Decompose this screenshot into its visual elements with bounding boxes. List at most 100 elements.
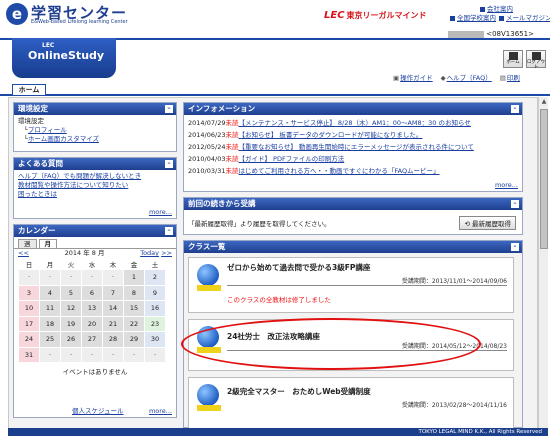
information-panel: インフォメーション – 2014/07/29未読【メンテナンス・サービス停止】 8… — [183, 102, 523, 192]
company-link[interactable]: 会社案内 — [487, 5, 513, 13]
help-faq-link[interactable]: ヘルプ（FAQ） — [447, 74, 492, 82]
mail-magazine-link[interactable]: メールマガジン — [506, 14, 550, 22]
faq-item[interactable]: 困ったときは — [18, 190, 172, 199]
calendar-day[interactable]: 29 — [124, 332, 144, 347]
calendar-day[interactable]: 11 — [40, 301, 60, 316]
calendar-day[interactable]: 26 — [61, 332, 81, 347]
calendar-day[interactable]: 9 — [145, 285, 165, 300]
info-link[interactable]: はじめてご利用される方へ・・動画ですぐにわかる「FAQムービー」 — [238, 167, 439, 175]
calendar-day[interactable]: 15 — [124, 301, 144, 316]
calendar-day[interactable]: 31 — [19, 347, 39, 362]
operation-guide-link[interactable]: 操作ガイド — [400, 74, 433, 82]
course-globe-icon — [197, 264, 219, 286]
calendar-prev[interactable]: << — [18, 249, 29, 258]
school-link[interactable]: 全国学校案内 — [457, 14, 496, 22]
calendar-day[interactable]: 20 — [82, 316, 102, 331]
home-button[interactable]: ホーム — [503, 50, 523, 68]
calendar-tab-month[interactable]: 月 — [38, 239, 57, 248]
scroll-thumb[interactable] — [540, 109, 548, 249]
calendar-day[interactable]: 5 — [61, 285, 81, 300]
calendar-day[interactable]: 27 — [82, 332, 102, 347]
course-card[interactable]: 24社労士 改正法攻略講座 受講期間：2014/05/12～2014/08/23 — [188, 319, 514, 371]
faq-item[interactable]: 教材閲覧や操作方法について知りたい — [18, 181, 172, 190]
faq-more-link[interactable]: more... — [149, 208, 172, 216]
course-title[interactable]: ゼロから始めて過去問で受かる3級FP講座 — [227, 262, 370, 273]
collapse-icon[interactable]: – — [511, 200, 519, 208]
course-divider — [227, 350, 507, 351]
class-list-header: クラス一覧 – — [184, 241, 522, 253]
course-period: 受講期間：2013/11/01～2014/09/06 — [401, 278, 507, 285]
calendar-tab-week[interactable]: 週 — [18, 239, 37, 248]
resume-panel: 前回の続きから受講 – 「最新履歴取得」より履歴を取得してください。 ⟲ 最新履歴… — [183, 197, 523, 235]
calendar-day[interactable]: 1 — [124, 270, 144, 285]
calendar-day[interactable]: 28 — [103, 332, 123, 347]
calendar-next[interactable]: >> — [161, 249, 172, 257]
calendar-day-empty: · — [40, 347, 60, 362]
scroll-up-icon[interactable]: ▲ — [540, 98, 548, 106]
calendar-day-empty: · — [82, 347, 102, 362]
collapse-icon[interactable]: – — [165, 160, 173, 168]
calendar-day[interactable]: 18 — [40, 316, 60, 331]
course-badge-icon — [197, 405, 221, 411]
course-title[interactable]: 24社労士 改正法攻略講座 — [227, 331, 320, 342]
unread-badge: 未読 — [225, 119, 239, 127]
calendar-day[interactable]: 13 — [82, 301, 102, 316]
fetch-history-button[interactable]: ⟲ 最新履歴取得 — [459, 216, 516, 230]
profile-link[interactable]: プロフィール — [28, 126, 67, 134]
collapse-icon[interactable]: – — [165, 227, 173, 235]
calendar-more-link[interactable]: more... — [149, 407, 172, 415]
calendar-day[interactable]: 4 — [40, 285, 60, 300]
calendar-day[interactable]: 24 — [19, 332, 39, 347]
collapse-icon[interactable]: – — [165, 105, 173, 113]
calendar-day[interactable]: 7 — [103, 285, 123, 300]
info-date: 2014/07/29 — [188, 119, 226, 127]
faq-header: よくある質問 – — [14, 158, 176, 170]
logout-button[interactable]: ログアウト — [526, 50, 546, 70]
calendar-day[interactable]: 23 — [145, 316, 165, 331]
course-card[interactable]: ゼロから始めて過去問で受かる3級FP講座 受講期間：2013/11/01～201… — [188, 257, 514, 313]
unread-badge: 未読 — [225, 167, 239, 175]
info-item: 2014/06/23未読【お知らせ】 板書データのダウンロードが可能になりました… — [188, 129, 518, 141]
tab-home[interactable]: ホーム — [12, 84, 46, 95]
calendar-day[interactable]: 10 — [19, 301, 39, 316]
logout-icon — [532, 52, 541, 60]
refresh-icon: ⟲ — [464, 220, 470, 228]
info-link[interactable]: 【お知らせ】 板書データのダウンロードが可能になりました。 — [238, 131, 422, 139]
calendar-day[interactable]: 21 — [103, 316, 123, 331]
learning-center-logo[interactable]: e 学習センター E&Web-based Lifelong learning C… — [6, 3, 142, 27]
calendar-day[interactable]: 16 — [145, 301, 165, 316]
course-card[interactable]: 2級完全マスター おためしWeb受講制度 受講期間：2013/02/28～201… — [188, 377, 514, 429]
calendar-day[interactable]: 22 — [124, 316, 144, 331]
calendar-day[interactable]: 2 — [145, 270, 165, 285]
calendar-day[interactable]: 3 — [19, 285, 39, 300]
vertical-scrollbar[interactable]: ▲ — [538, 97, 548, 430]
home-customize-link[interactable]: ホーム画面カスタマイズ — [28, 135, 99, 143]
home-icon — [509, 52, 518, 60]
calendar-day[interactable]: 12 — [61, 301, 81, 316]
lec-logo[interactable]: LEC 東京リーガルマインド — [324, 10, 427, 21]
faq-panel: よくある質問 – ヘルプ（FAQ）でも問題が解決しないとき 教材閲覧や操作方法につ… — [13, 157, 177, 219]
calendar-day[interactable]: 14 — [103, 301, 123, 316]
calendar-day[interactable]: 6 — [82, 285, 102, 300]
calendar-today[interactable]: Today — [140, 249, 159, 257]
calendar-day[interactable]: 19 — [61, 316, 81, 331]
calendar-day[interactable]: 25 — [40, 332, 60, 347]
calendar-day[interactable]: 17 — [19, 316, 39, 331]
info-link[interactable]: 【メンテナンス・サービス停止】 8/28（木）AM1：00～AM8：30 のお知… — [238, 119, 470, 127]
calendar-day[interactable]: 30 — [145, 332, 165, 347]
collapse-icon[interactable]: – — [511, 243, 519, 251]
info-link[interactable]: 【重要なお知らせ】 動画再生開始時にエラーメッセージが表示される件について — [238, 143, 473, 151]
personal-schedule-link[interactable]: 個人スケジュール — [72, 407, 124, 415]
info-date: 2010/03/31 — [188, 167, 226, 175]
faq-item[interactable]: ヘルプ（FAQ）でも問題が解決しないとき — [18, 172, 172, 181]
unread-badge: 未読 — [225, 155, 239, 163]
calendar-day-empty: · — [103, 347, 123, 362]
info-link[interactable]: 【ガイド】 PDFファイルの印刷方法 — [238, 155, 344, 163]
onlinestudy-brand[interactable]: LEC OnlineStudy — [12, 38, 116, 78]
info-item: 2012/05/24未読【重要なお知らせ】 動画再生開始時にエラーメッセージが表… — [188, 141, 518, 153]
calendar-day[interactable]: 8 — [124, 285, 144, 300]
course-title[interactable]: 2級完全マスター おためしWeb受講制度 — [227, 386, 371, 397]
print-link[interactable]: 印刷 — [507, 74, 520, 82]
information-more-link[interactable]: more... — [495, 181, 518, 189]
collapse-icon[interactable]: – — [511, 105, 519, 113]
